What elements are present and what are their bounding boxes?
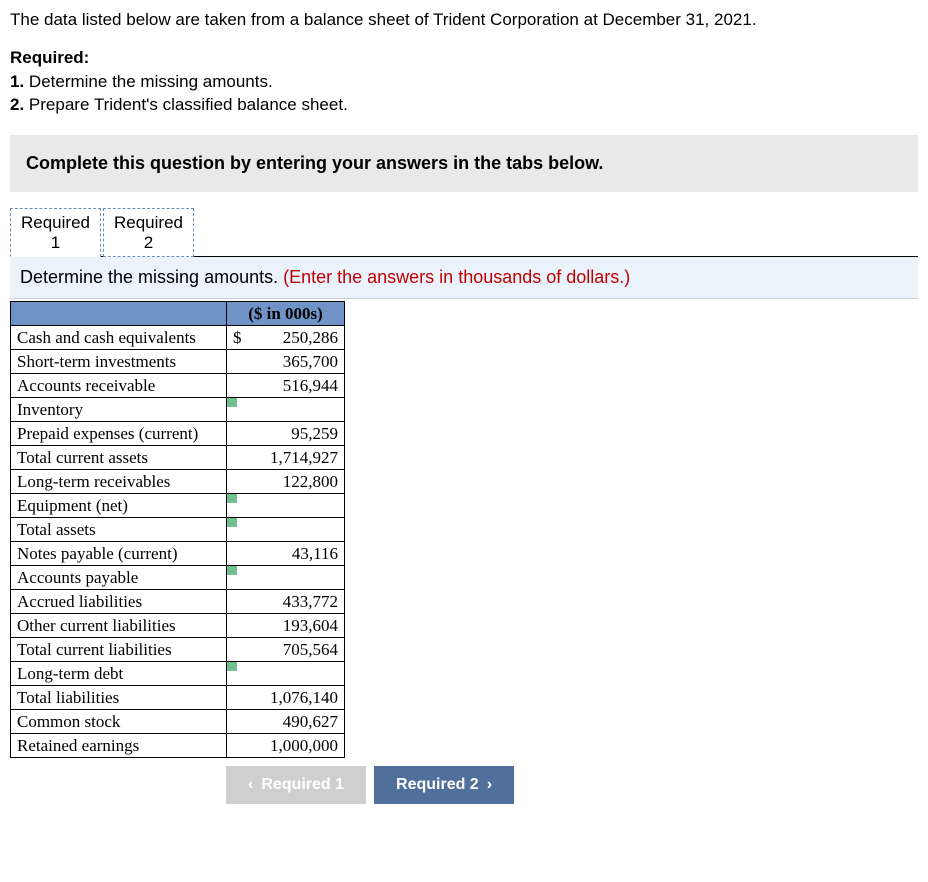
instruction-main: Determine the missing amounts.	[20, 267, 283, 287]
next-button[interactable]: Required 2 ›	[374, 766, 514, 804]
intro-text: The data listed below are taken from a b…	[10, 8, 918, 32]
row-label: Total current assets	[11, 446, 227, 470]
row-value: 193,604	[227, 614, 345, 638]
row-label: Long-term receivables	[11, 470, 227, 494]
table-row: Total assets	[11, 518, 345, 542]
row-value: 122,800	[227, 470, 345, 494]
row-value: 95,259	[227, 422, 345, 446]
row-value-text: 193,604	[283, 616, 338, 635]
nav-row: ‹ Required 1 Required 2 ›	[226, 766, 918, 804]
table-row: Accrued liabilities 433,772	[11, 590, 345, 614]
row-label: Short-term investments	[11, 350, 227, 374]
complete-banner: Complete this question by entering your …	[10, 135, 918, 192]
row-value-text: 95,259	[291, 424, 338, 443]
required-item-1: 1. Determine the missing amounts.	[10, 72, 273, 91]
row-value-text: 1,000,000	[270, 736, 338, 755]
row-label: Equipment (net)	[11, 494, 227, 518]
instruction-bar: Determine the missing amounts. (Enter th…	[10, 257, 918, 299]
input-indicator-icon	[227, 566, 237, 575]
row-value-text: 365,700	[283, 352, 338, 371]
tabs-row: Required 1 Required 2	[10, 208, 918, 257]
table-row: Retained earnings 1,000,000	[11, 734, 345, 758]
required-heading: Required:	[10, 48, 89, 67]
table-row: Prepaid expenses (current) 95,259	[11, 422, 345, 446]
required-block: Required: 1. Determine the missing amoun…	[10, 46, 918, 117]
instruction-hint: (Enter the answers in thousands of dolla…	[283, 267, 630, 287]
row-value: 705,564	[227, 638, 345, 662]
row-value-text: 122,800	[283, 472, 338, 491]
table-row: Equipment (net)	[11, 494, 345, 518]
row-label: Total current liabilities	[11, 638, 227, 662]
row-input-cell[interactable]	[227, 566, 345, 590]
table-row: Accounts receivable 516,944	[11, 374, 345, 398]
required-item-1-text: Determine the missing amounts.	[29, 72, 273, 91]
table-row: Total liabilities 1,076,140	[11, 686, 345, 710]
table-header-blank	[11, 302, 227, 326]
row-label: Notes payable (current)	[11, 542, 227, 566]
row-label: Inventory	[11, 398, 227, 422]
row-value-text: 43,116	[292, 544, 338, 563]
row-label: Other current liabilities	[11, 614, 227, 638]
row-value: 43,116	[227, 542, 345, 566]
input-indicator-icon	[227, 518, 237, 527]
row-label: Common stock	[11, 710, 227, 734]
row-label: Accounts receivable	[11, 374, 227, 398]
row-label: Total liabilities	[11, 686, 227, 710]
prev-button: ‹ Required 1	[226, 766, 366, 804]
table-row: Total current assets 1,714,927	[11, 446, 345, 470]
row-input-cell[interactable]	[227, 494, 345, 518]
row-label: Accrued liabilities	[11, 590, 227, 614]
tab-required-2[interactable]: Required 2	[103, 208, 194, 257]
row-label: Cash and cash equivalents	[11, 326, 227, 350]
row-value-text: 516,944	[283, 376, 338, 395]
table-row: Cash and cash equivalents$250,286	[11, 326, 345, 350]
row-value: 1,714,927	[227, 446, 345, 470]
row-value-text: 705,564	[283, 640, 338, 659]
row-value-text: 1,714,927	[270, 448, 338, 467]
input-indicator-icon	[227, 494, 237, 503]
table-row: Accounts payable	[11, 566, 345, 590]
row-value: 365,700	[227, 350, 345, 374]
row-value-text: 433,772	[283, 592, 338, 611]
chevron-right-icon: ›	[487, 776, 492, 794]
tab-required-1[interactable]: Required 1	[10, 208, 101, 257]
prev-button-label: Required 1	[261, 776, 344, 794]
table-row: Total current liabilities 705,564	[11, 638, 345, 662]
row-value: 490,627	[227, 710, 345, 734]
row-label: Prepaid expenses (current)	[11, 422, 227, 446]
table-row: Common stock 490,627	[11, 710, 345, 734]
next-button-label: Required 2	[396, 776, 479, 794]
input-indicator-icon	[227, 662, 237, 671]
dollar-sign: $	[233, 328, 242, 348]
table-row: Inventory	[11, 398, 345, 422]
row-value: $250,286	[227, 326, 345, 350]
row-label: Long-term debt	[11, 662, 227, 686]
row-value-text: 490,627	[283, 712, 338, 731]
row-input-cell[interactable]	[227, 398, 345, 422]
row-input-cell[interactable]	[227, 662, 345, 686]
required-item-2-text: Prepare Trident's classified balance she…	[29, 95, 348, 114]
row-label: Accounts payable	[11, 566, 227, 590]
row-value: 1,076,140	[227, 686, 345, 710]
row-input-cell[interactable]	[227, 518, 345, 542]
table-row: Notes payable (current) 43,116	[11, 542, 345, 566]
required-item-1-num: 1.	[10, 72, 24, 91]
row-value: 1,000,000	[227, 734, 345, 758]
row-value: 433,772	[227, 590, 345, 614]
required-item-2: 2. Prepare Trident's classified balance …	[10, 95, 348, 114]
table-row: Long-term debt	[11, 662, 345, 686]
table-row: Other current liabilities 193,604	[11, 614, 345, 638]
balance-sheet-table: ($ in 000s) Cash and cash equivalents$25…	[10, 301, 345, 758]
row-value-text: 250,286	[283, 328, 338, 347]
required-item-2-num: 2.	[10, 95, 24, 114]
row-value: 516,944	[227, 374, 345, 398]
table-row: Short-term investments 365,700	[11, 350, 345, 374]
table-header-amount: ($ in 000s)	[227, 302, 345, 326]
input-indicator-icon	[227, 398, 237, 407]
row-label: Total assets	[11, 518, 227, 542]
row-label: Retained earnings	[11, 734, 227, 758]
chevron-left-icon: ‹	[248, 776, 253, 794]
row-value-text: 1,076,140	[270, 688, 338, 707]
table-row: Long-term receivables 122,800	[11, 470, 345, 494]
